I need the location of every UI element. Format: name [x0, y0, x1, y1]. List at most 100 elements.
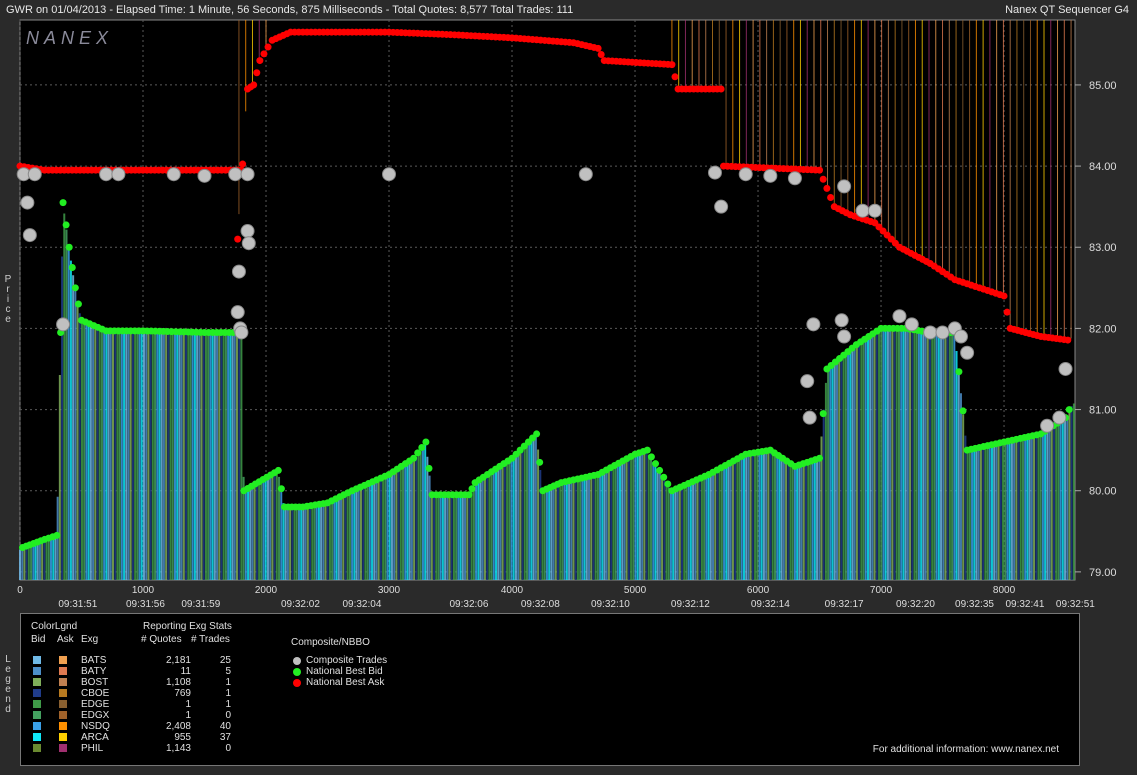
exchange-name: NSDQ: [81, 721, 110, 732]
legend-trades-header: # Trades: [191, 634, 230, 645]
exchange-row-baty: BATY 11 5: [21, 666, 281, 677]
quote-count: 1: [185, 710, 191, 721]
legend-exg-header: Exg: [81, 634, 99, 645]
quote-count: 1: [185, 699, 191, 710]
composite-trade-marker: [904, 317, 919, 332]
composite-trade-marker: [578, 167, 593, 182]
legend-ask-header: Ask: [57, 634, 74, 645]
composite-trade-marker: [707, 165, 722, 180]
best-ask-marker: [671, 73, 679, 81]
best-bid-marker: [277, 485, 285, 493]
best-ask-marker: [668, 61, 676, 69]
legend-bid-header: Bid: [31, 634, 46, 645]
legend-side-label: Legend: [2, 655, 14, 715]
best-ask-marker: [250, 81, 258, 89]
y-tick-label: 83.00: [1089, 242, 1117, 254]
bid-color-swatch: [33, 744, 41, 752]
composite-title: Composite/NBBO: [291, 637, 370, 648]
best-bid-marker: [274, 466, 282, 474]
composite-trade-marker: [228, 167, 243, 182]
composite-trade-marker: [22, 228, 37, 243]
x-tick-label: 0: [17, 585, 23, 596]
composite-trade-marker: [800, 374, 815, 389]
exchange-name: PHIL: [81, 743, 104, 754]
quote-count: 955: [174, 732, 191, 743]
legend-quotes-header: # Quotes: [141, 634, 182, 645]
best-ask-marker: [597, 50, 605, 58]
exchange-name: BOST: [81, 677, 109, 688]
bid-color-swatch: [33, 656, 41, 664]
best-bid-marker: [647, 453, 655, 461]
quote-count: 2,181: [165, 655, 191, 666]
trade-count: 0: [225, 743, 231, 754]
exchange-row-edgx: EDGX 1 0: [21, 710, 281, 721]
ask-color-swatch: [59, 689, 67, 697]
x-tick-label: 7000: [870, 585, 893, 596]
best-bid-marker: [816, 454, 824, 462]
composite-trade-marker: [867, 203, 882, 218]
best-bid-marker: [65, 243, 73, 251]
composite-trade-marker: [763, 168, 778, 183]
x-tick-label: 1000: [132, 585, 155, 596]
composite-trade-marker: [230, 305, 245, 320]
best-bid-marker: [71, 284, 79, 292]
best-ask-marker: [819, 175, 827, 183]
best-ask-marker: [816, 166, 824, 174]
best-bid-marker: [62, 221, 70, 229]
ask-color-swatch: [59, 700, 67, 708]
time-label: 09:32:12: [671, 599, 710, 610]
x-tick-label: 8000: [993, 585, 1016, 596]
quote-count: 1,143: [165, 743, 191, 754]
best-bid-marker: [660, 473, 668, 481]
best-ask-marker: [1003, 308, 1011, 316]
y-tick-label: 82.00: [1089, 323, 1117, 335]
trade-count: 40: [219, 721, 231, 732]
national-best-bid-label: National Best Bid: [306, 666, 383, 677]
quote-count: 769: [174, 688, 191, 699]
quote-count: 2,408: [165, 721, 191, 732]
best-ask-marker: [827, 194, 835, 202]
best-bid-marker: [819, 410, 827, 418]
bid-color-swatch: [33, 733, 41, 741]
x-tick-label: 3000: [378, 585, 401, 596]
best-ask-marker: [594, 44, 602, 52]
bid-color-swatch: [33, 667, 41, 675]
bid-color-swatch: [33, 689, 41, 697]
composite-trade-marker: [738, 167, 753, 182]
composite-trade-marker: [806, 317, 821, 332]
trade-count: 37: [219, 732, 231, 743]
composite-trade-marker: [960, 345, 975, 360]
composite-trade-marker: [20, 195, 35, 210]
info-link-text[interactable]: For additional information: www.nanex.ne…: [873, 744, 1059, 755]
ask-color-swatch: [59, 656, 67, 664]
composite-trade-marker: [1040, 418, 1055, 433]
bid-color-swatch: [33, 678, 41, 686]
legend-color-header: ColorLgnd: [31, 621, 78, 632]
exchange-row-nsdq: NSDQ 2,408 40: [21, 721, 281, 732]
best-ask-marker: [1064, 336, 1072, 344]
best-ask-marker: [823, 184, 831, 192]
best-bid-marker: [74, 300, 82, 308]
time-label: 09:32:06: [449, 599, 488, 610]
time-label: 09:31:51: [58, 599, 97, 610]
composite-trade-marker: [382, 167, 397, 182]
y-tick-label: 80.00: [1089, 486, 1117, 498]
exchange-name: ARCA: [81, 732, 109, 743]
composite-trade-marker: [240, 224, 255, 239]
exchange-name: EDGE: [81, 699, 110, 710]
composite-trade-marker: [802, 410, 817, 425]
composite-trade-marker: [714, 199, 729, 214]
chart-canvas: 79.00 80.00 81.00 82.00 83.00 84.00 85.00 0 1000…: [16, 19, 1117, 610]
composite-trades-label: Composite Trades: [306, 655, 388, 666]
x-tick-label: 4000: [501, 585, 524, 596]
national-best-bid-marker: [293, 668, 301, 676]
best-ask-marker: [264, 43, 272, 51]
exchange-name: CBOE: [81, 688, 110, 699]
time-label: 09:32:51: [1056, 599, 1095, 610]
best-bid-marker: [59, 199, 67, 207]
national-best-ask-label: National Best Ask: [306, 677, 385, 688]
best-ask-marker: [717, 85, 725, 93]
best-bid-marker: [68, 264, 76, 272]
nanex-logo: NANEX: [26, 28, 113, 48]
ask-color-swatch: [59, 711, 67, 719]
